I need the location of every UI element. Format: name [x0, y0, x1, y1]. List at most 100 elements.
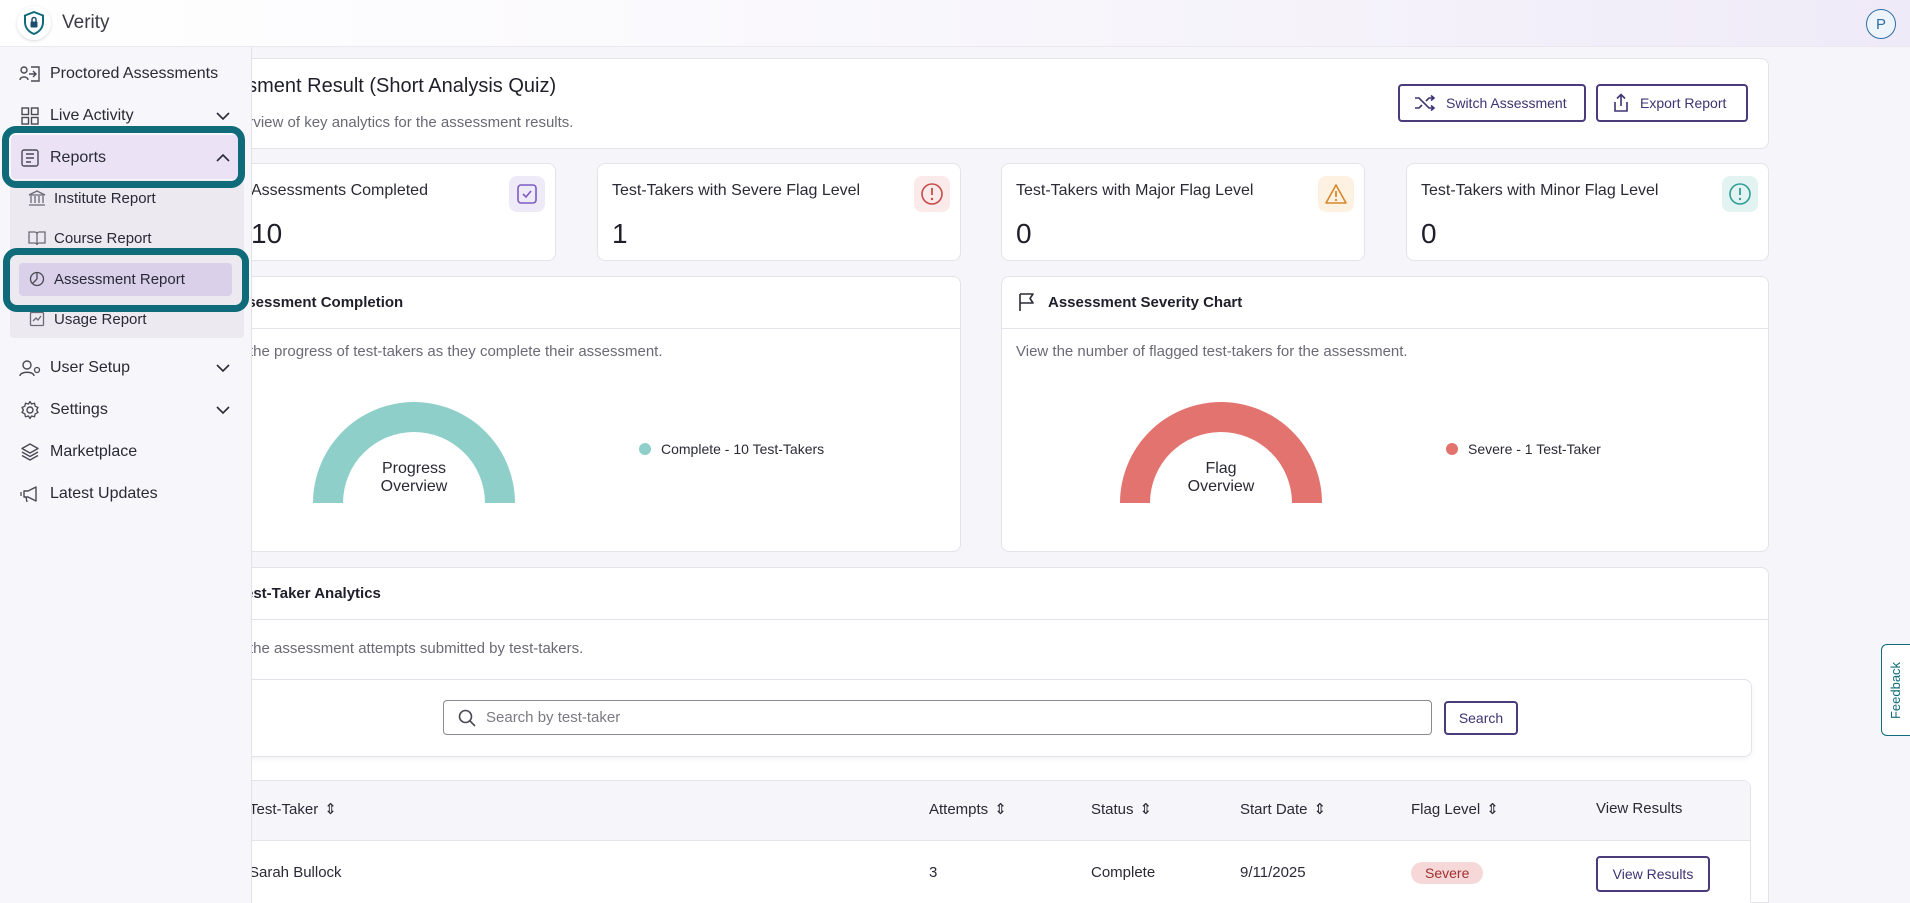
- search-button[interactable]: Search: [1444, 701, 1518, 735]
- shuffle-icon: [1415, 95, 1436, 111]
- panel-title: ssessment Completion: [239, 294, 404, 311]
- stat-card-minor: Test-Takers with Minor Flag Level 0: [1406, 163, 1769, 261]
- stat-card-major: Test-Takers with Major Flag Level 0: [1001, 163, 1365, 261]
- sidebar-item-label: Marketplace: [50, 443, 138, 460]
- page-title: essment Result (Short Analysis Quiz): [226, 75, 557, 97]
- stat-card-completed: Assessments Completed 10: [200, 163, 556, 261]
- column-header-label: Test-Taker: [249, 800, 319, 818]
- sidebar-item-settings[interactable]: Settings: [18, 395, 244, 425]
- panel-description: the progress of test-takers as they comp…: [249, 343, 663, 360]
- checkbox-icon: [509, 176, 545, 212]
- institution-icon: [28, 189, 46, 207]
- search-icon: [458, 709, 476, 727]
- switch-assessment-button[interactable]: Switch Assessment: [1398, 84, 1586, 122]
- layers-icon: [18, 440, 42, 464]
- export-report-button[interactable]: Export Report: [1596, 84, 1748, 122]
- sidebar-item-label: Live Activity: [50, 107, 134, 124]
- feedback-label: Feedback: [1888, 661, 1904, 719]
- book-icon: [28, 229, 46, 247]
- column-header-status[interactable]: Status ⇕: [1091, 800, 1153, 819]
- sort-icon: ⇕: [324, 801, 337, 818]
- chevron-down-icon: [216, 406, 230, 415]
- gauge-label: Progress Overview: [359, 460, 469, 496]
- sidebar-subitem-label: Course Report: [54, 229, 152, 247]
- sidebar-item-user-setup[interactable]: User Setup: [18, 353, 244, 383]
- switch-assessment-label: Switch Assessment: [1446, 95, 1567, 111]
- sort-icon: ⇕: [1313, 801, 1327, 818]
- user-avatar[interactable]: P: [1866, 9, 1896, 39]
- stat-label: Test-Takers with Severe Flag Level: [612, 182, 861, 199]
- flag-icon: [1019, 293, 1034, 311]
- column-header-start-date[interactable]: Start Date ⇕: [1240, 800, 1327, 819]
- gauge-label: Flag Overview: [1166, 460, 1276, 496]
- legend-dot: [1446, 443, 1458, 455]
- proctor-icon: [18, 62, 42, 86]
- severity-legend: Severe - 1 Test-Taker: [1446, 441, 1601, 457]
- sidebar-item-label: Proctored Assessments: [50, 65, 219, 82]
- gauge-label-line: Overview: [1187, 478, 1255, 495]
- panel-description: the assessment attempts submitted by tes…: [249, 640, 584, 657]
- search-input[interactable]: Search by test-taker: [443, 700, 1432, 735]
- sort-icon: ⇕: [994, 801, 1007, 818]
- usage-icon: [28, 310, 46, 328]
- legend-dot: [639, 443, 651, 455]
- panel-description: View the number of flagged test-takers f…: [1016, 343, 1408, 360]
- app-title: Verity: [62, 12, 110, 33]
- verity-logo[interactable]: [17, 6, 51, 40]
- legend-label: Severe - 1 Test-Taker: [1468, 441, 1601, 457]
- legend-label: Complete - 10 Test-Takers: [661, 441, 825, 457]
- sidebar-subitem-institute-report[interactable]: Institute Report: [28, 185, 238, 211]
- column-header-view-results: View Results: [1596, 800, 1682, 817]
- sidebar-item-label: Settings: [50, 401, 108, 418]
- sidebar-subitem-label: Institute Report: [54, 189, 156, 207]
- stat-value: 0: [1421, 218, 1437, 249]
- export-icon: [1614, 93, 1628, 112]
- sidebar-item-latest-updates[interactable]: Latest Updates: [18, 479, 244, 509]
- top-bar: Verity P: [0, 0, 1910, 47]
- assessment-severity-panel: Assessment Severity Chart View the numbe…: [1001, 276, 1769, 552]
- sidebar-subitem-label: Usage Report: [54, 310, 147, 328]
- flag-level-badge: Severe: [1411, 862, 1484, 884]
- user-setup-icon: [18, 356, 42, 380]
- stat-value: 0: [1016, 218, 1032, 249]
- panel-title: est-Taker Analytics: [245, 585, 381, 602]
- gauge-label-line: Overview: [380, 478, 448, 495]
- feedback-tab[interactable]: Feedback: [1881, 644, 1910, 736]
- column-header-flag-level[interactable]: Flag Level ⇕: [1411, 800, 1499, 819]
- sidebar-item-label: User Setup: [50, 359, 131, 376]
- cell-status: Complete: [1091, 864, 1156, 881]
- stat-label: Test-Takers with Major Flag Level: [1016, 182, 1254, 199]
- column-header-label: View Results: [1596, 800, 1683, 817]
- assessment-report-highlight-ring: [3, 248, 249, 312]
- stat-label: Test-Takers with Minor Flag Level: [1421, 182, 1659, 199]
- warning-triangle-icon: [1318, 176, 1354, 212]
- view-results-button[interactable]: View Results: [1596, 856, 1710, 892]
- sidebar-item-proctored-assessments[interactable]: Proctored Assessments: [18, 59, 244, 89]
- completion-legend: Complete - 10 Test-Takers: [639, 441, 824, 457]
- info-circle-icon: [1722, 176, 1758, 212]
- cell-test-taker: Sarah Bullock: [249, 864, 342, 881]
- column-header-attempts[interactable]: Attempts ⇕: [929, 800, 1007, 819]
- megaphone-icon: [18, 482, 42, 506]
- column-header-label: Status: [1091, 800, 1134, 818]
- page-subtitle: erview of key analytics for the assessme…: [240, 114, 574, 131]
- gauge-label-line: Progress: [381, 460, 447, 477]
- alert-circle-icon: [914, 176, 950, 212]
- shield-lock-icon: [24, 11, 44, 35]
- gear-icon: [18, 398, 42, 422]
- column-header-label: Flag Level: [1411, 800, 1481, 818]
- gauge-label-line: Flag: [1205, 460, 1237, 477]
- cell-start-date: 9/11/2025: [1240, 864, 1306, 881]
- column-header-test-taker[interactable]: Test-Taker ⇕: [249, 800, 337, 819]
- assessment-completion-panel: ssessment Completion the progress of tes…: [200, 276, 961, 552]
- search-placeholder: Search by test-taker: [486, 709, 621, 726]
- sort-icon: ⇕: [1139, 801, 1153, 818]
- chevron-down-icon: [216, 112, 230, 121]
- results-table: [200, 780, 1751, 903]
- sidebar-item-marketplace[interactable]: Marketplace: [18, 437, 244, 467]
- chevron-down-icon: [216, 364, 230, 373]
- reports-highlight-ring: [2, 126, 245, 188]
- stat-value: 10: [251, 218, 283, 249]
- stat-label: Assessments Completed: [251, 182, 428, 199]
- column-header-label: Start Date: [1240, 800, 1308, 818]
